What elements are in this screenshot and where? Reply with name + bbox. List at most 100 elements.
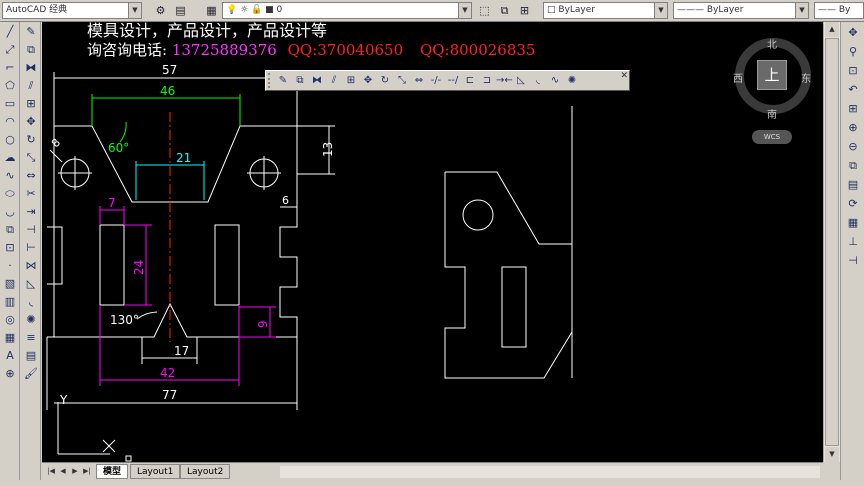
toolbar-grip-handle[interactable] xyxy=(268,73,273,88)
break-icon[interactable]: ⊐ xyxy=(479,73,495,89)
properties-tool-icon[interactable]: ▤ xyxy=(22,347,40,364)
gear-icon[interactable]: ⚙ xyxy=(152,2,169,19)
gradient-tool-icon[interactable]: ▥ xyxy=(1,293,19,310)
zoom-previous-icon[interactable]: ↶ xyxy=(843,81,863,98)
break-tool-icon[interactable]: ⊢ xyxy=(22,239,40,256)
copy-tool-icon[interactable]: ⧉ xyxy=(22,41,40,58)
scale-icon[interactable]: ⤡ xyxy=(394,73,410,89)
table-tool-icon[interactable]: ▦ xyxy=(1,329,19,346)
next-tab-icon[interactable]: ▶ xyxy=(70,465,80,477)
align-tool-icon[interactable]: ≡ xyxy=(22,329,40,346)
region-tool-icon[interactable]: ◎ xyxy=(1,311,19,328)
circle-tool-icon[interactable]: ○ xyxy=(1,131,19,148)
add-selected-icon[interactable]: ⊕ xyxy=(1,365,19,382)
zoom-in-icon[interactable]: ⊕ xyxy=(843,119,863,136)
break-at-point-icon[interactable]: ⊏ xyxy=(462,73,478,89)
layer-state-icon[interactable]: ⧉ xyxy=(496,2,513,19)
ellipse-tool-icon[interactable]: ⬭ xyxy=(1,185,19,202)
horizontal-scrollbar[interactable] xyxy=(280,466,820,478)
hatch-tool-icon[interactable]: ▧ xyxy=(1,275,19,292)
first-tab-icon[interactable]: |◀ xyxy=(46,465,56,477)
copy-icon[interactable]: ⧉ xyxy=(292,73,308,89)
array-tool-icon[interactable]: ⊞ xyxy=(22,95,40,112)
ucs-icon-button[interactable]: ⊥ xyxy=(843,233,863,250)
zoom-extents-icon[interactable]: ⊞ xyxy=(843,100,863,117)
move-icon[interactable]: ✥ xyxy=(360,73,376,89)
revision-cloud-icon[interactable]: ☁ xyxy=(1,149,19,166)
array-icon[interactable]: ⊞ xyxy=(343,73,359,89)
scale-tool-icon[interactable]: ⤡ xyxy=(22,149,40,166)
zoom-out-icon[interactable]: ⊖ xyxy=(843,138,863,155)
spline-tool-icon[interactable]: ∿ xyxy=(1,167,19,184)
chamfer-icon[interactable]: ◺ xyxy=(513,73,529,89)
offset-icon[interactable]: ⫽ xyxy=(326,73,342,89)
join-tool-icon[interactable]: ⋈ xyxy=(22,257,40,274)
erase-tool-icon[interactable]: ✎ xyxy=(22,23,40,40)
chamfer-tool-icon[interactable]: ◺ xyxy=(22,275,40,292)
tab-layout1[interactable]: Layout1 xyxy=(130,464,181,479)
trim-icon[interactable]: -/- xyxy=(428,73,444,89)
erase-icon[interactable]: ✎ xyxy=(275,73,291,89)
fillet-tool-icon[interactable]: ◟ xyxy=(22,293,40,310)
compass-west-label[interactable]: 西 xyxy=(733,70,743,85)
pan-icon[interactable]: ✥ xyxy=(843,24,863,41)
make-block-icon[interactable]: ⊡ xyxy=(1,239,19,256)
layer-previous-icon[interactable]: ⬚ xyxy=(476,2,493,19)
polygon-tool-icon[interactable]: ⬠ xyxy=(1,77,19,94)
lineweight-combo[interactable]: —— By xyxy=(814,2,864,19)
scroll-down-icon[interactable]: ▼ xyxy=(825,447,839,462)
construction-line-icon[interactable]: ⤢ xyxy=(1,41,19,58)
explode-icon[interactable]: ✺ xyxy=(564,73,580,89)
named-views-icon[interactable]: ▤ xyxy=(843,176,863,193)
compass-south-label[interactable]: 南 xyxy=(767,106,777,121)
offset-tool-icon[interactable]: ⫽ xyxy=(22,77,40,94)
layer-manager-icon[interactable]: ▦ xyxy=(203,2,220,19)
prev-tab-icon[interactable]: ◀ xyxy=(58,465,68,477)
join-icon[interactable]: →← xyxy=(496,73,513,89)
workspace-combo[interactable]: AutoCAD 经典 ▼ xyxy=(2,2,142,19)
fillet-icon[interactable]: ◟ xyxy=(530,73,546,89)
scroll-up-icon[interactable]: ▲ xyxy=(825,22,839,37)
mirror-icon[interactable]: ⧓ xyxy=(309,73,325,89)
move-tool-icon[interactable]: ✥ xyxy=(22,113,40,130)
point-tool-icon[interactable]: · xyxy=(1,257,19,274)
mirror-tool-icon[interactable]: ⧓ xyxy=(22,59,40,76)
dimension-style-icon[interactable]: ⊣ xyxy=(843,252,863,269)
match-properties-icon[interactable]: 🖌 xyxy=(22,365,40,382)
multiline-text-icon[interactable]: A xyxy=(1,347,19,364)
compass-north-label[interactable]: 北 xyxy=(767,36,777,51)
stretch-tool-icon[interactable]: ⇔ xyxy=(22,167,40,184)
scroll-thumb[interactable] xyxy=(825,38,839,446)
rectangle-tool-icon[interactable]: ▭ xyxy=(1,95,19,112)
explode-tool-icon[interactable]: ✺ xyxy=(22,311,40,328)
ellipse-arc-icon[interactable]: ◡ xyxy=(1,203,19,220)
linetype-combo[interactable]: ——— ByLayer ▼ xyxy=(673,2,809,19)
zoom-window-icon[interactable]: ⊡ xyxy=(843,62,863,79)
blend-curves-icon[interactable]: ∿ xyxy=(547,73,563,89)
line-tool-icon[interactable]: ╱ xyxy=(1,23,19,40)
tab-layout2[interactable]: Layout2 xyxy=(180,464,231,479)
extend-tool-icon[interactable]: ⇥ xyxy=(22,203,40,220)
arc-tool-icon[interactable]: ◠ xyxy=(1,113,19,130)
drawing-canvas[interactable]: 模具设计，产品设计，产品设计等 询咨询电话: 13725889376 QQ:37… xyxy=(42,22,823,462)
last-tab-icon[interactable]: ▶| xyxy=(82,465,92,477)
vertical-scrollbar[interactable]: ▲ ▼ xyxy=(823,22,840,462)
polyline-tool-icon[interactable]: ⌐ xyxy=(1,59,19,76)
layer-isolate-icon[interactable]: ⊞ xyxy=(516,2,533,19)
zoom-all-icon[interactable]: ⧉ xyxy=(843,157,863,174)
viewcube-top-face[interactable]: 上 xyxy=(757,60,787,90)
wcs-menu-badge[interactable]: WCS xyxy=(752,130,792,144)
break-at-point-icon[interactable]: ⊣ xyxy=(22,221,40,238)
toolbar-settings-icon[interactable]: ▤ xyxy=(172,2,189,19)
close-icon[interactable]: ✕ xyxy=(620,71,628,81)
zoom-realtime-icon[interactable]: ⚲ xyxy=(843,43,863,60)
rotate-tool-icon[interactable]: ↻ xyxy=(22,131,40,148)
layer-combo[interactable]: 💡 ☼ 🔓 ■ 0 ▼ xyxy=(222,2,472,19)
trim-tool-icon[interactable]: ✂ xyxy=(22,185,40,202)
tab-model[interactable]: 模型 xyxy=(96,464,129,479)
viewport-icon[interactable]: ▦ xyxy=(843,214,863,231)
compass-east-label[interactable]: 东 xyxy=(801,70,811,85)
insert-block-icon[interactable]: ⧉ xyxy=(1,221,19,238)
color-combo[interactable]: □ ByLayer ▼ xyxy=(543,2,668,19)
rotate-icon[interactable]: ↻ xyxy=(377,73,393,89)
